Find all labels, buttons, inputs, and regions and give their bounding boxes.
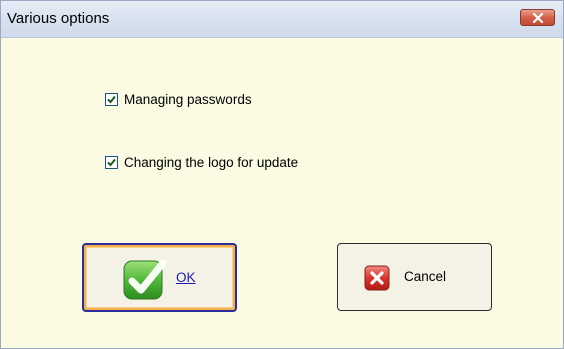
changing-logo-checkbox[interactable] <box>105 155 118 169</box>
ok-button-label: OK <box>176 270 196 285</box>
option-changing-logo[interactable]: Changing the logo for update <box>105 154 298 170</box>
checkmark-icon <box>123 257 167 301</box>
window-title: Various options <box>7 10 110 27</box>
close-icon <box>532 12 544 23</box>
red-x-icon <box>364 265 390 291</box>
ok-button[interactable]: OK <box>82 243 237 312</box>
title-bar[interactable]: Various options <box>1 1 563 38</box>
option-managing-passwords[interactable]: Managing passwords <box>105 91 252 107</box>
cancel-button[interactable]: Cancel <box>337 243 492 311</box>
checkmark-icon <box>107 95 116 103</box>
managing-passwords-label: Managing passwords <box>124 91 252 107</box>
managing-passwords-checkbox[interactable] <box>105 92 118 106</box>
checkmark-icon <box>107 158 116 166</box>
changing-logo-label: Changing the logo for update <box>124 154 299 170</box>
cancel-button-label: Cancel <box>404 269 447 284</box>
various-options-dialog: Various options Managing passwords Chang… <box>0 0 564 349</box>
close-button[interactable] <box>520 9 555 26</box>
